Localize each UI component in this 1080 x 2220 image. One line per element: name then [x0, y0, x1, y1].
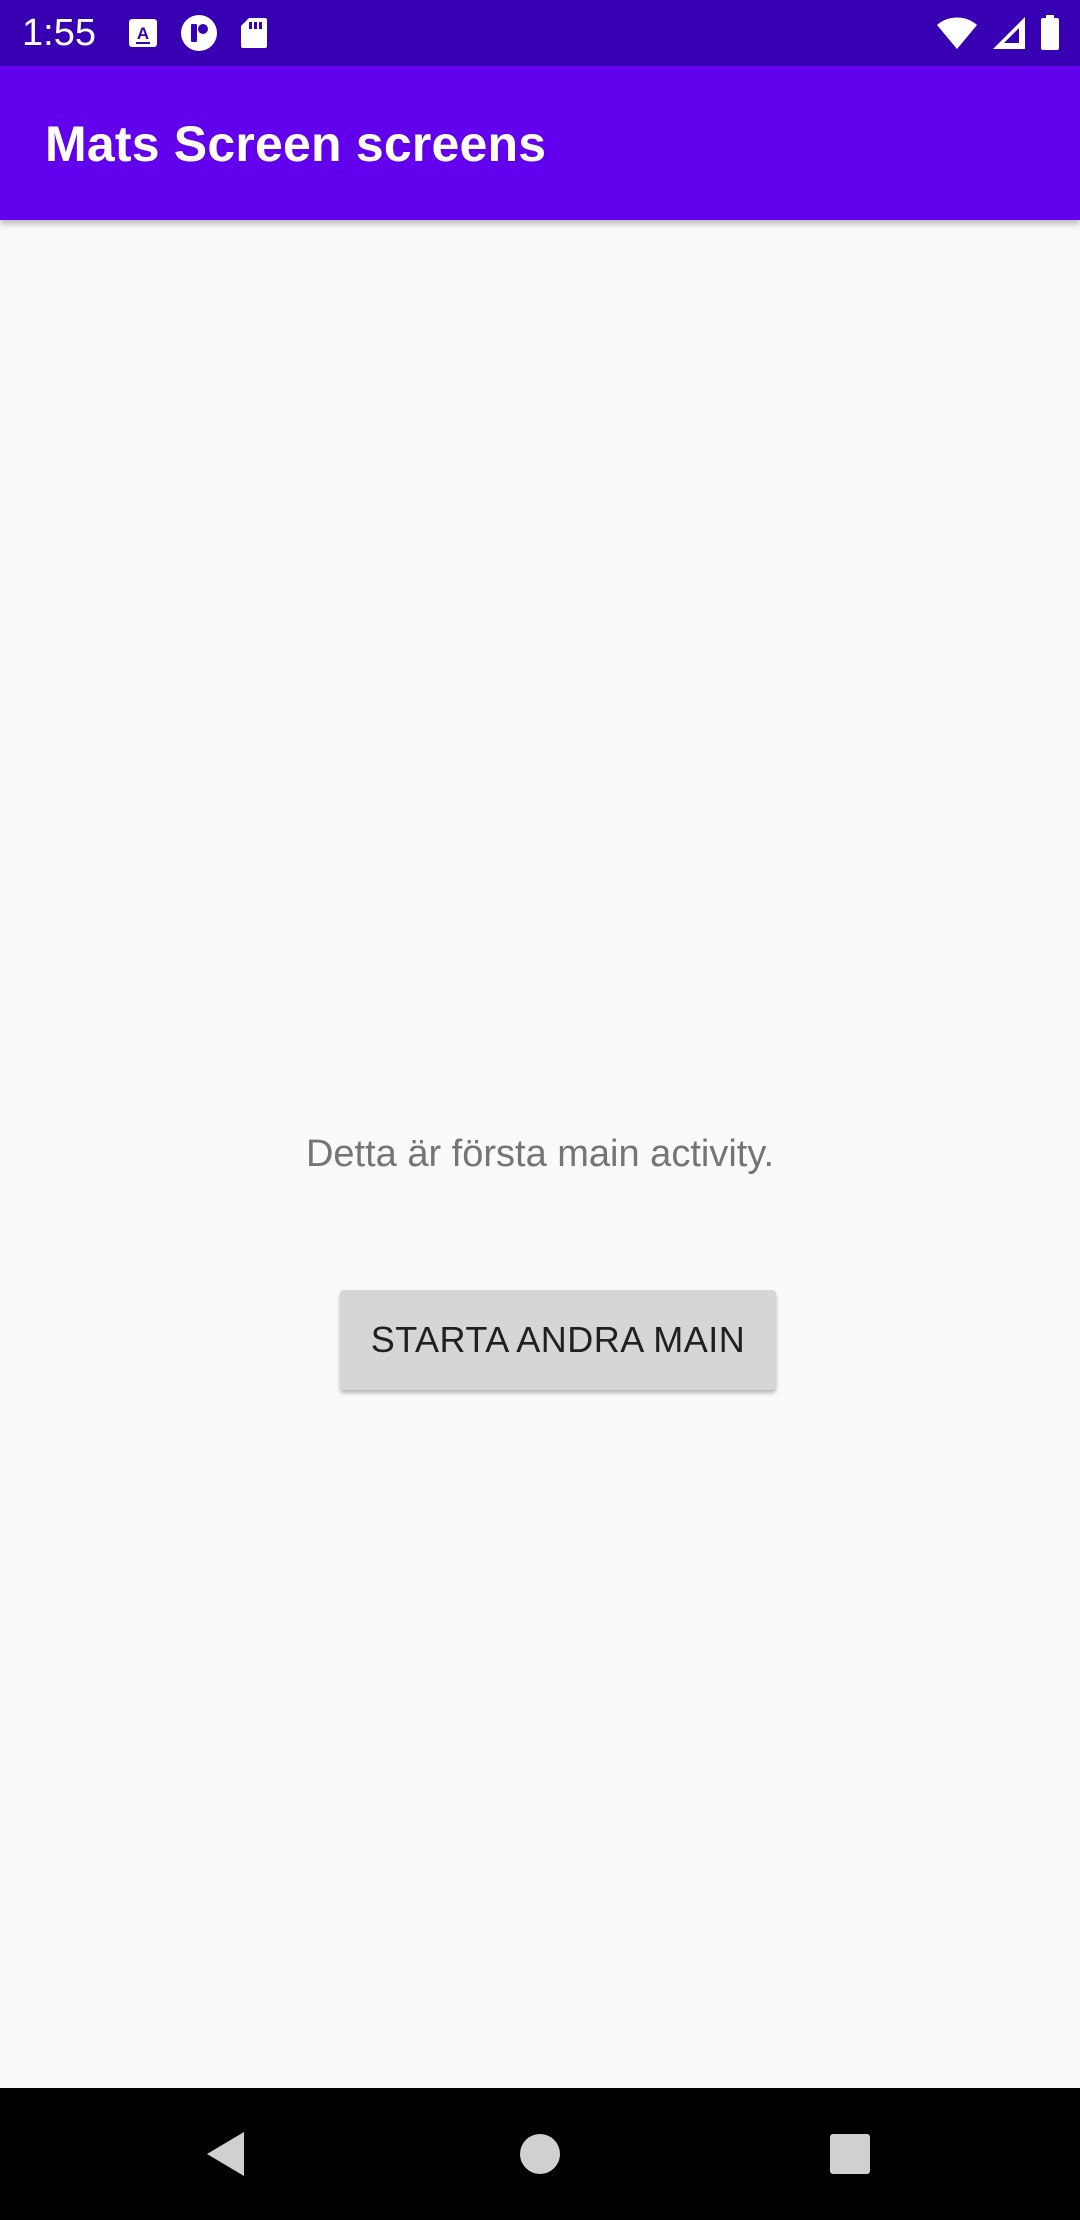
sd-card-icon	[240, 17, 268, 49]
status-icons-right	[936, 12, 1060, 54]
status-icons-left: A	[128, 12, 268, 54]
svg-text:A: A	[137, 24, 149, 43]
back-icon	[207, 2132, 244, 2176]
home-icon	[520, 2134, 560, 2174]
back-button[interactable]	[196, 2124, 256, 2184]
font-download-icon: A	[128, 18, 158, 48]
start-second-main-button[interactable]: STARTA ANDRA MAIN	[340, 1290, 776, 1390]
recents-icon	[830, 2134, 870, 2174]
navigation-bar	[0, 2088, 1080, 2220]
main-message: Detta är första main activity.	[305, 1133, 775, 1175]
recents-button[interactable]	[820, 2124, 880, 2184]
cellular-signal-icon	[992, 16, 1026, 50]
app-bar: Mats Screen screens	[0, 66, 1080, 220]
screen: 1:55 A Mats Screen screens Detta är förs…	[0, 0, 1080, 2220]
battery-icon	[1040, 15, 1060, 51]
app-title: Mats Screen screens	[45, 116, 547, 172]
wifi-icon	[936, 16, 978, 50]
app-notification-icon	[180, 14, 218, 52]
home-button[interactable]	[510, 2124, 570, 2184]
main-content: Detta är första main activity. STARTA AN…	[0, 220, 1080, 2088]
status-time: 1:55	[22, 12, 96, 54]
status-bar: 1:55 A	[0, 0, 1080, 66]
